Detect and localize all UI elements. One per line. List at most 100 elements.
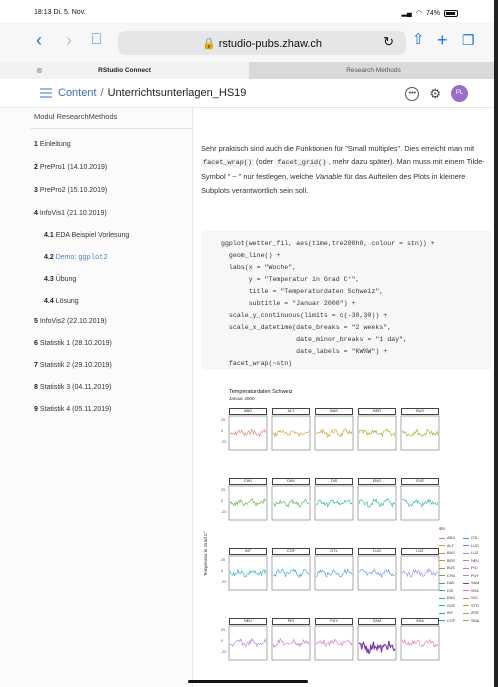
facet-panel: [271, 485, 311, 521]
legend-entry: INT: [439, 611, 453, 615]
menu-icon[interactable]: [40, 88, 52, 98]
inline-code: facet_wrap(): [201, 159, 254, 168]
share-icon[interactable]: ⇧: [412, 30, 425, 50]
breadcrumb-current: Unterrichtsunterlagen_HS19: [107, 87, 247, 99]
toc-item-eda[interactable]: 4.1 EDA Beispiel Vorlesung: [44, 232, 129, 239]
device-edge: [494, 0, 498, 687]
code-line: geom_line() +: [221, 252, 281, 259]
facet-strip-label: PIO: [272, 618, 310, 625]
browser-toolbar: ‹ › ⎕ 🔒 rstudio-pubs.zhaw.ch ↻ ⇧ + ❐: [0, 22, 498, 62]
close-tab-icon[interactable]: ⊗: [36, 62, 43, 79]
toc-item-einleitung[interactable]: 1 Einleitung: [34, 141, 71, 148]
legend-entry: OTL: [463, 536, 478, 540]
toc-item-demo-ggplot2[interactable]: 4.2 Demo: ggplot2: [44, 254, 108, 262]
code-line: scale_x_datetime(date_breaks = "2 weeks"…: [221, 324, 392, 331]
legend-entry: BUS: [439, 566, 455, 570]
legend-entry: ALT: [439, 544, 454, 548]
bookmarks-icon[interactable]: ⎕: [92, 30, 101, 50]
code-line: ggplot(wetter_fil, aes(time,tre200h0, co…: [221, 240, 435, 247]
facet-strip-label: ALT: [272, 408, 310, 415]
toc-item-statistik1[interactable]: 6 Statistik 1 (28.10.2019): [34, 340, 112, 347]
toc-sidebar: Modul ResearchMethods 1 Einleitung 2 Pre…: [0, 108, 193, 687]
sidebar-title: Modul ResearchMethods: [34, 112, 118, 121]
facet-strip-label: OTL: [315, 548, 353, 555]
facet-panel: [271, 415, 311, 451]
tab-rstudio-connect[interactable]: ⊗ RStudio Connect: [0, 62, 249, 79]
legend-entry: ZER: [463, 611, 479, 615]
y-tick-label: -20: [221, 440, 227, 444]
battery-percent: 74%: [425, 9, 440, 17]
status-right: ▂▄ ◠ 74%: [402, 9, 458, 17]
code-line: facet_wrap(~stn): [221, 360, 293, 367]
toc-item-prepro1[interactable]: 2 PrePro1 (14.10.2019): [34, 164, 107, 171]
y-tick-label: 20: [221, 418, 226, 422]
home-indicator: [188, 680, 308, 683]
toc-item-prepro2[interactable]: 3 PrePro2 (15.10.2019): [34, 187, 107, 194]
facet-strip-label: ENG: [358, 478, 396, 485]
y-tick-label: 0: [221, 639, 224, 643]
legend-entry: COF: [439, 619, 455, 623]
facet-strip-label: LUZ: [401, 548, 439, 555]
facet-strip-label: DAV: [272, 478, 310, 485]
facet-strip-label: BER: [358, 408, 396, 415]
y-tick-label: -20: [221, 580, 227, 584]
code-line: labs(x = "Woche",: [221, 264, 297, 271]
status-bar: 18:13 Di. 5. Nov. ▂▄ ◠ 74%: [0, 0, 498, 22]
toc-item-statistik3[interactable]: 8 Statistik 3 (04.11.2019): [34, 384, 111, 391]
gear-icon[interactable]: ⚙: [429, 86, 441, 102]
address-bar[interactable]: 🔒 rstudio-pubs.zhaw.ch ↻: [118, 31, 406, 55]
facet-panel: [357, 555, 397, 591]
toc-item-statistik2[interactable]: 7 Statistik 2 (29.10.2019): [34, 362, 112, 369]
avatar[interactable]: PL: [451, 85, 468, 102]
breadcrumb-content[interactable]: Content: [58, 87, 97, 99]
tab-research-methods[interactable]: Research Methods: [249, 62, 498, 79]
facet-strip-label: COF: [272, 548, 310, 555]
y-tick-label: 20: [221, 488, 226, 492]
toc-item-uebung[interactable]: 4.3 Übung: [44, 276, 76, 283]
legend-title: stn: [439, 526, 446, 531]
legend-entry: STG: [463, 604, 479, 608]
facet-panel: [314, 625, 354, 661]
more-options-icon[interactable]: •••: [405, 86, 420, 101]
y-tick-label: -20: [221, 650, 227, 654]
code-block: ggplot(wetter_fil, aes(time,tre200h0, co…: [201, 230, 491, 370]
code-line: subtitle = "Januar 2000") +: [221, 300, 356, 307]
facet-strip-label: SAM: [358, 618, 396, 625]
url-text: 🔒 rstudio-pubs.zhaw.ch: [201, 38, 323, 50]
breadcrumb-separator: /: [100, 87, 104, 99]
y-tick-label: 0: [221, 569, 224, 573]
legend-entry: LUZ: [463, 551, 478, 555]
legend-entry: NEU: [463, 559, 479, 563]
toc-item-statistik4[interactable]: 9 Statistik 4 (05.11.2019): [34, 406, 111, 413]
legend-entry: ABO: [439, 536, 455, 540]
code-line: scale_y_continuous(limits = c(-30,30)) +: [221, 312, 388, 319]
new-tab-icon[interactable]: +: [437, 30, 448, 50]
reload-icon[interactable]: ↻: [383, 34, 394, 50]
toc-item-loesung[interactable]: 4.4 Lösung: [44, 298, 79, 305]
facet-strip-label: SHA: [401, 618, 439, 625]
facet-plot-figure: Temperaturdaten Schweiz Januar 2000 Temp…: [201, 386, 491, 686]
status-time: 18:13 Di. 5. Nov.: [34, 9, 86, 16]
code-line: title = "Temperaturdaten Schweiz",: [221, 288, 384, 295]
facet-strip-label: BUS: [401, 408, 439, 415]
facet-strip-label: CHU: [229, 478, 267, 485]
legend-entry: BER: [439, 559, 455, 563]
forward-icon[interactable]: ›: [66, 30, 72, 50]
tab-bar: ⊗ RStudio Connect Research Methods: [0, 62, 498, 79]
legend-entry: BAS: [439, 551, 455, 555]
facet-strip-label: ABO: [229, 408, 267, 415]
divider: [30, 128, 193, 129]
legend-entry: DAV: [439, 581, 455, 585]
legend-entry: CHU: [439, 574, 455, 578]
back-icon[interactable]: ‹: [36, 30, 42, 50]
tabs-icon[interactable]: ❐: [462, 30, 475, 50]
toc-item-infovis1[interactable]: 4 InfoVis1 (21.10.2019): [34, 210, 107, 217]
facet-strip-label: PUY: [315, 618, 353, 625]
facet-strip-label: INT: [229, 548, 267, 555]
tab-label: RStudio Connect: [98, 67, 151, 74]
legend-entry: DIS: [439, 589, 453, 593]
wifi-icon: ◠: [415, 10, 422, 17]
toc-item-infovis2[interactable]: 5 InfoVis2 (22.10.2019): [34, 318, 107, 325]
inline-code: facet_grid(): [275, 159, 329, 168]
legend-entry: SIO: [463, 596, 478, 600]
